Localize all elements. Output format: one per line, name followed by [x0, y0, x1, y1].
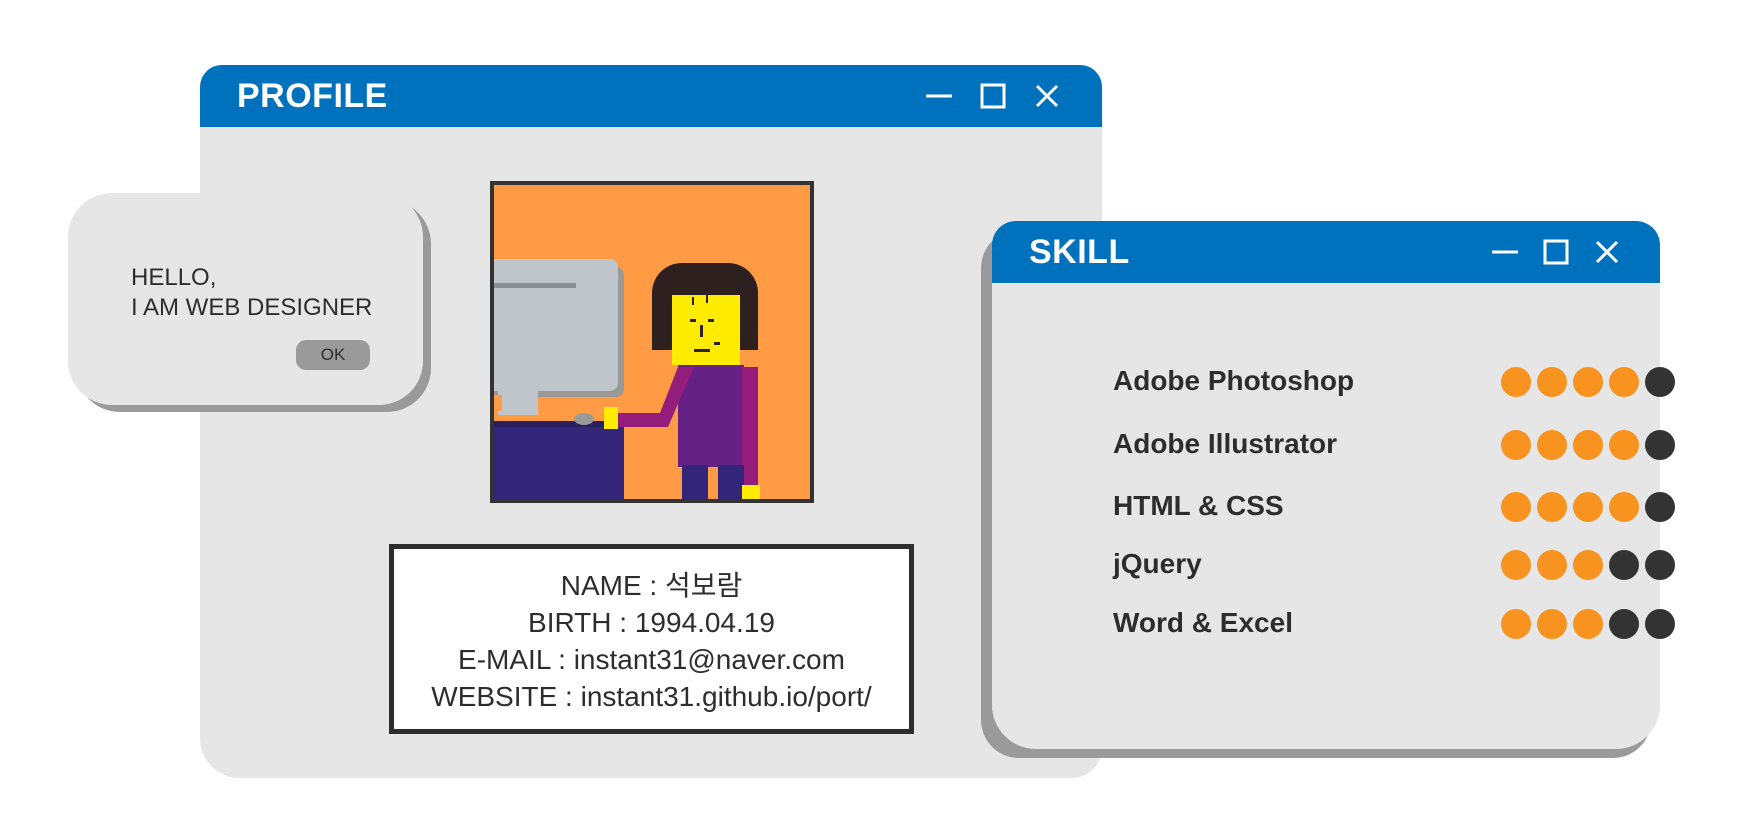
skill-rating [1501, 430, 1681, 462]
rating-dot-empty [1645, 430, 1675, 460]
maximize-icon[interactable] [1539, 235, 1573, 269]
rating-dot-filled [1573, 367, 1603, 397]
skill-title: SKILL [1029, 233, 1130, 271]
rating-dot-filled [1501, 550, 1531, 580]
rating-dot-filled [1609, 430, 1639, 460]
rating-dot-filled [1609, 367, 1639, 397]
rating-dot-filled [1501, 609, 1531, 639]
rating-dot-filled [1573, 430, 1603, 460]
rating-dot-filled [1537, 550, 1567, 580]
skill-rating [1501, 492, 1681, 524]
rating-dot-empty [1645, 367, 1675, 397]
rating-dot-filled [1537, 430, 1567, 460]
minimize-icon[interactable] [922, 79, 956, 113]
dialog-line-1: HELLO, [131, 264, 217, 291]
rating-dot-filled [1537, 367, 1567, 397]
skill-label: Adobe Photoshop [1113, 365, 1355, 396]
maximize-icon[interactable] [976, 79, 1010, 113]
skill-titlebar[interactable]: SKILL [992, 221, 1660, 283]
rating-dot-filled [1501, 367, 1531, 397]
hello-dialog: HELLO, I AM WEB DESIGNER OK [68, 193, 423, 405]
profile-info-box: NAME : 석보람 BIRTH : 1994.04.19 E-MAIL : i… [389, 544, 914, 734]
skill-rating [1501, 609, 1681, 641]
rating-dot-empty [1645, 609, 1675, 639]
rating-dot-filled [1501, 430, 1531, 460]
close-icon[interactable] [1030, 79, 1064, 113]
skill-label: Adobe Illustrator [1113, 428, 1338, 459]
rating-dot-empty [1609, 550, 1639, 580]
rating-dot-filled [1609, 492, 1639, 522]
rating-dot-empty [1645, 492, 1675, 522]
rating-dot-empty [1645, 550, 1675, 580]
rating-dot-filled [1573, 492, 1603, 522]
skill-window: SKILL Adobe Photoshop Adobe Illustrator … [992, 221, 1675, 749]
profile-title: PROFILE [237, 77, 388, 115]
skill-label: HTML & CSS [1113, 490, 1284, 521]
close-icon[interactable] [1590, 235, 1624, 269]
rating-dot-filled [1501, 492, 1531, 522]
rating-dot-empty [1609, 609, 1639, 639]
dialog-line-2: I AM WEB DESIGNER [131, 294, 373, 321]
skill-label: Word & Excel [1113, 607, 1293, 638]
profile-titlebar[interactable]: PROFILE [200, 65, 1102, 127]
birth-text: BIRTH : 1994.04.19 [528, 607, 775, 638]
profile-illustration [490, 181, 814, 503]
dialog-message: HELLO, I AM WEB DESIGNER [131, 263, 372, 323]
rating-dot-filled [1573, 550, 1603, 580]
rating-dot-filled [1537, 492, 1567, 522]
skill-label: jQuery [1113, 548, 1202, 579]
skill-rating [1501, 550, 1681, 582]
ok-button[interactable]: OK [296, 340, 370, 370]
minimize-icon[interactable] [1488, 235, 1522, 269]
rating-dot-filled [1537, 609, 1567, 639]
email-text: E-MAIL : instant31@naver.com [458, 644, 845, 675]
name-text: NAME : 석보람 [560, 570, 743, 601]
website-text: WEBSITE : instant31.github.io/port/ [431, 681, 872, 712]
skill-rating [1501, 367, 1681, 399]
rating-dot-filled [1573, 609, 1603, 639]
